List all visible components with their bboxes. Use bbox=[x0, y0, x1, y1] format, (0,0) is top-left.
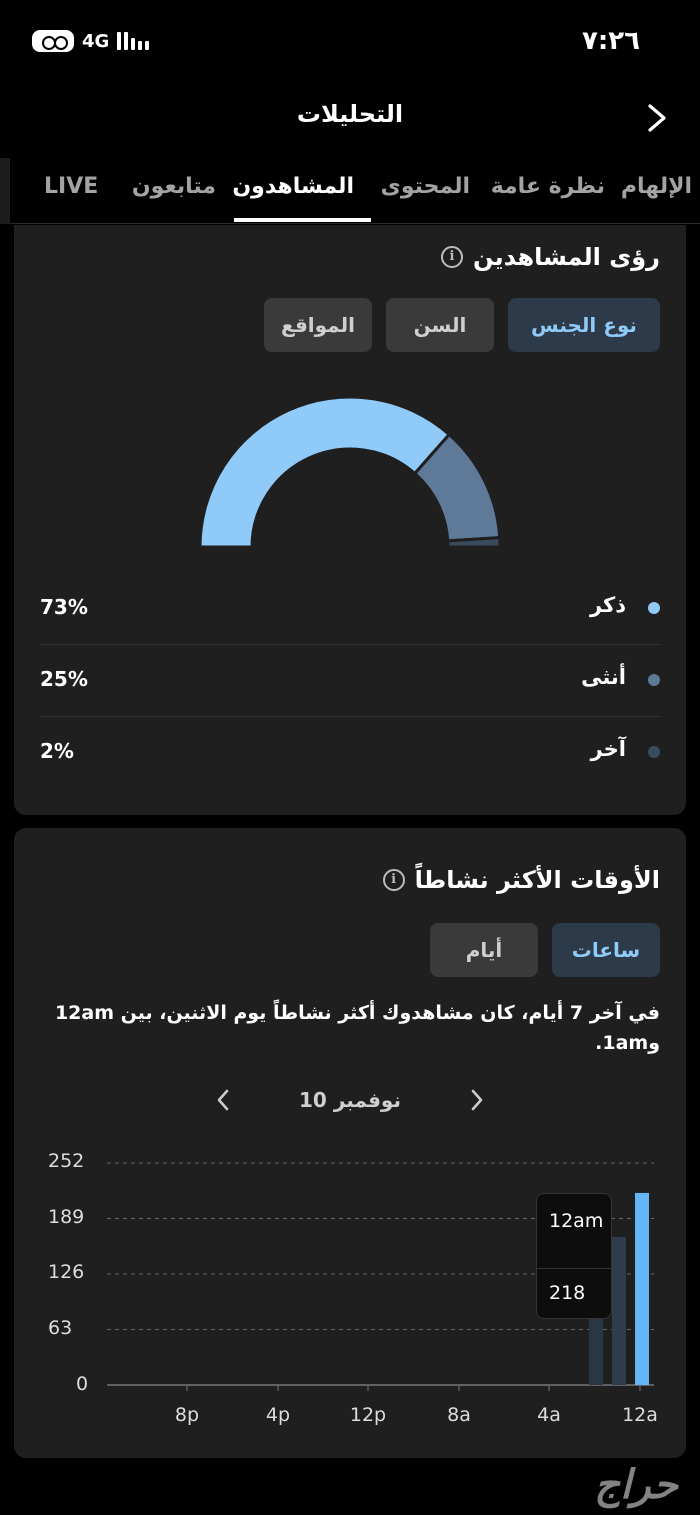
legend-percent: 2% bbox=[40, 739, 74, 763]
legend-dot bbox=[648, 602, 660, 614]
info-icon[interactable]: i bbox=[441, 246, 464, 268]
x-tick-label: 4p bbox=[265, 1404, 291, 1426]
legend-dot bbox=[648, 674, 660, 686]
gauge-segment-0 bbox=[198, 395, 452, 549]
tab-overview[interactable]: نظرة عامة bbox=[491, 174, 605, 199]
tab-content[interactable]: المحتوى bbox=[381, 174, 470, 199]
x-tick-label: 8p bbox=[174, 1404, 200, 1426]
tab-live[interactable]: LIVE bbox=[44, 174, 98, 199]
x-tick-label: 8a bbox=[447, 1404, 471, 1426]
watermark-logo: حراج bbox=[594, 1462, 678, 1508]
legend-label: أنثى bbox=[581, 665, 626, 689]
legend-row-other: 2% آخر bbox=[40, 717, 660, 789]
gender-gauge-chart bbox=[198, 395, 502, 549]
legend-percent: 73% bbox=[40, 595, 88, 619]
gauge-segment-2 bbox=[446, 535, 502, 549]
filter-locations-button[interactable]: المواقع bbox=[264, 298, 372, 352]
tab-inspiration[interactable]: الإلهام bbox=[621, 174, 692, 199]
legend-row-female: 25% أنثى bbox=[40, 645, 660, 717]
filter-age-button[interactable]: السن bbox=[386, 298, 494, 352]
tab-scroll-edge bbox=[0, 158, 10, 224]
bar-1a[interactable] bbox=[612, 1237, 626, 1385]
tab-viewers[interactable]: المشاهدون bbox=[232, 174, 354, 199]
legend-label: ذكر bbox=[589, 593, 626, 617]
active-hours-bar-chart bbox=[107, 1162, 654, 1391]
status-time: ٧:٢٦ bbox=[581, 26, 640, 56]
tooltip-time: 12am bbox=[549, 1210, 604, 1232]
x-tick-label: 12p bbox=[349, 1404, 387, 1426]
viewer-insights-title-text: رؤى المشاهدين bbox=[473, 243, 660, 271]
legend-row-male: 73% ذكر bbox=[40, 573, 660, 645]
status-indicators: 4G bbox=[32, 30, 150, 52]
viewer-insights-card: رؤى المشاهدين i نوع الجنس السن المواقع 7… bbox=[14, 225, 686, 815]
tooltip-value: 218 bbox=[549, 1282, 586, 1304]
page-title: التحليلات bbox=[296, 100, 404, 128]
status-bar: 4G ٧:٢٦ bbox=[0, 0, 700, 84]
x-tick-label: 12a bbox=[622, 1404, 658, 1426]
bar-tooltip: 12am 218 bbox=[536, 1193, 612, 1319]
network-label: 4G bbox=[82, 30, 110, 52]
back-chevron-icon[interactable] bbox=[646, 104, 668, 132]
tooltip-divider bbox=[537, 1268, 611, 1269]
tab-bar: الإلهام نظرة عامة المحتوى المشاهدون متاب… bbox=[0, 150, 700, 224]
battery-icon bbox=[32, 30, 74, 52]
viewer-insights-title: رؤى المشاهدين i bbox=[441, 243, 660, 271]
bar-12a[interactable] bbox=[635, 1192, 649, 1385]
filter-gender-button[interactable]: نوع الجنس bbox=[508, 298, 660, 352]
x-tick-label: 4a bbox=[537, 1404, 561, 1426]
legend-dot bbox=[648, 746, 660, 758]
legend-percent: 25% bbox=[40, 667, 88, 691]
active-times-card: الأوقات الأكثر نشاطاً i ساعات أيام في آخ… bbox=[14, 828, 686, 1458]
legend-label: آخر bbox=[590, 737, 626, 761]
active-tab-indicator bbox=[234, 218, 371, 222]
signal-icon bbox=[117, 32, 150, 50]
tab-followers[interactable]: متابعون bbox=[132, 174, 216, 199]
